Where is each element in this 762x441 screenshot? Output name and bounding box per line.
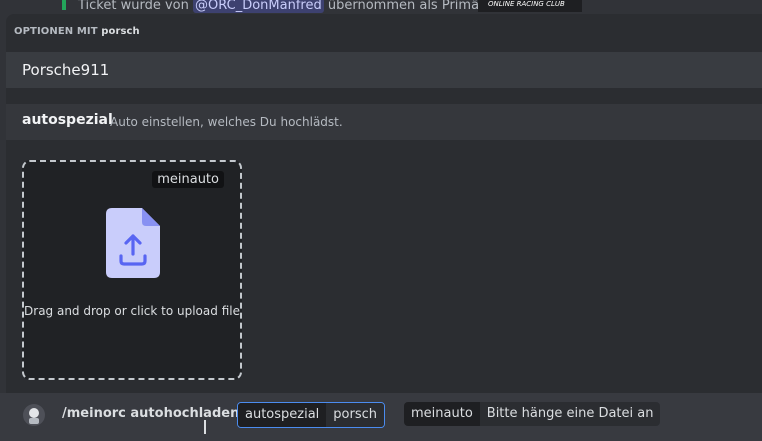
status-bar	[62, 0, 66, 10]
autocomplete-popup: OPTIONEN MIT porsch Porsche911 autospezi…	[6, 14, 762, 393]
dropzone-text: Drag and drop or click to upload file	[24, 304, 240, 318]
param-autospezial[interactable]: autospezial porsch	[237, 402, 386, 428]
club-logo: ONLINE RACING CLUB	[478, 0, 582, 12]
message-text: Ticket wurde von @ORC_DonManfred übernom…	[78, 0, 497, 13]
options-header: OPTIONEN MIT porsch	[14, 26, 140, 37]
param-key: meinauto	[404, 402, 480, 426]
option-item[interactable]: Porsche911	[6, 52, 762, 88]
logo-text: ONLINE RACING CLUB	[488, 0, 565, 8]
command-input-bar[interactable]: /meinorc autohochladen autospezial porsc…	[0, 393, 762, 441]
command-name: /meinorc autohochladen	[62, 406, 240, 421]
attachment-panel: autospezial Auto einstellen, welches Du …	[6, 104, 762, 393]
option-item-label: Porsche911	[22, 61, 110, 79]
message-prefix: Ticket wurde von	[78, 0, 189, 13]
option-name: autospezial	[22, 112, 113, 128]
options-header-label: OPTIONEN MIT	[14, 26, 98, 37]
file-upload-icon	[106, 208, 160, 278]
param-value[interactable]: Bitte hänge eine Datei an	[479, 402, 661, 426]
bot-avatar-icon	[23, 404, 45, 426]
param-key: autospezial	[238, 403, 327, 427]
param-meinauto[interactable]: meinauto Bitte hänge eine Datei an	[404, 402, 661, 426]
message-suffix: übernommen als Primärer	[327, 0, 498, 13]
options-header-query: porsch	[101, 26, 140, 37]
param-value[interactable]: porsch	[326, 403, 385, 427]
attachment-panel-header: autospezial Auto einstellen, welches Du …	[6, 104, 762, 140]
user-mention[interactable]: @ORC_DonManfred	[193, 0, 324, 13]
param-name-tag: meinauto	[152, 171, 224, 188]
text-cursor-icon	[204, 420, 206, 434]
file-dropzone[interactable]: meinauto Drag and drop or click to uploa…	[22, 160, 242, 380]
divider	[6, 98, 762, 102]
option-description: Auto einstellen, welches Du hochlädst.	[110, 115, 343, 129]
